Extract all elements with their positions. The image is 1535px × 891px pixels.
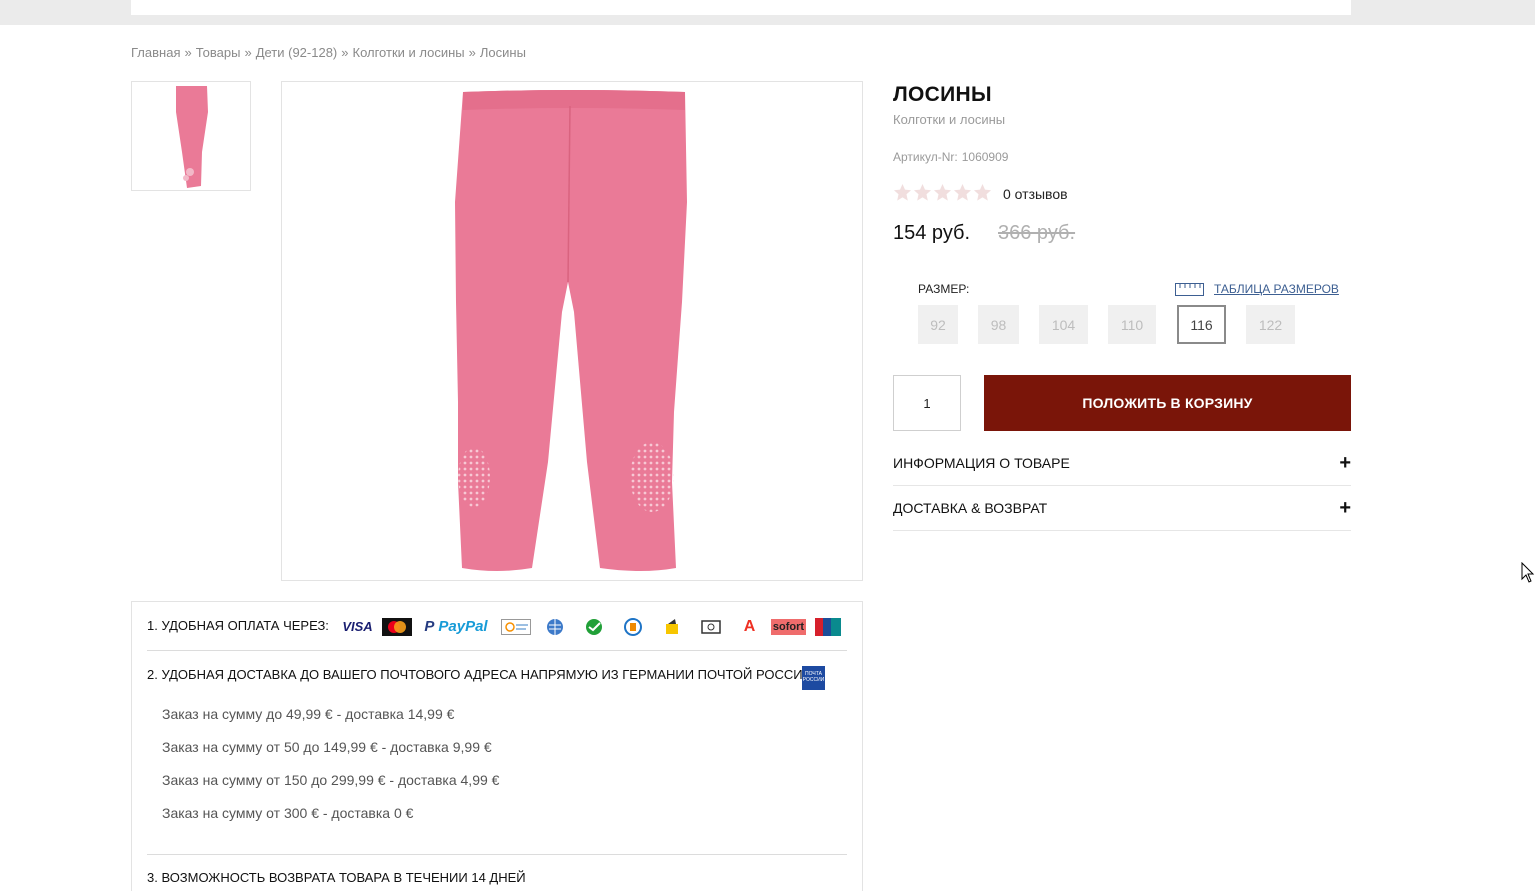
product-category: Колготки и лосины [893, 112, 1006, 127]
unionpay-icon [808, 614, 847, 639]
shipping-rate: Заказ на сумму от 150 до 299,99 € - дост… [162, 772, 500, 788]
paykeeper-icon [613, 614, 652, 639]
alfa-bank-icon: A [743, 617, 756, 635]
breadcrumb-kids[interactable]: Дети (92-128) [256, 45, 338, 60]
star-icon[interactable] [953, 183, 972, 202]
product-thumbnail[interactable] [131, 81, 251, 191]
sku-value: 1060909 [961, 150, 1009, 164]
russian-post-logo: ПОЧТА РОССИИ [802, 666, 825, 690]
leggings-thumbnail-image [176, 86, 208, 188]
star-icon[interactable] [973, 183, 992, 202]
breadcrumb-separator: » [184, 45, 192, 60]
breadcrumb-leggings[interactable]: Лосины [480, 45, 526, 60]
size-option-92[interactable]: 92 [918, 305, 958, 344]
rating-stars[interactable] [893, 183, 992, 202]
breadcrumb-tights[interactable]: Колготки и лосины [353, 45, 465, 60]
plus-icon[interactable]: + [1339, 497, 1351, 520]
breadcrumb-products[interactable]: Товары [196, 45, 241, 60]
divider [147, 650, 847, 651]
breadcrumb-separator: » [468, 45, 476, 60]
add-to-cart-button[interactable]: ПОЛОЖИТЬ В КОРЗИНУ [984, 375, 1351, 431]
top-bar [0, 0, 1535, 25]
delivery-heading: 2. УДОБНАЯ ДОСТАВКА ДО ВАШЕГО ПОЧТОВОГО … [147, 667, 816, 682]
breadcrumb-home[interactable]: Главная [131, 45, 180, 60]
size-option-116[interactable]: 116 [1177, 305, 1226, 344]
size-table-label[interactable]: ТАБЛИЦА РАЗМЕРОВ [1214, 282, 1339, 296]
qiwi-icon [496, 614, 535, 639]
accordion-label: ИНФОРМАЦИЯ О ТОВАРЕ [893, 455, 1070, 471]
yandex-money-icon [652, 614, 691, 639]
accordion-label: ДОСТАВКА & ВОЗВРАТ [893, 500, 1048, 516]
product-sku: Артикул-Nr: 1060909 [893, 150, 1008, 164]
mastercard-icon [377, 614, 416, 639]
cash-icon [691, 614, 730, 639]
product-title: ЛОСИНЫ [893, 83, 992, 106]
ruler-icon [1175, 282, 1204, 296]
returns-heading: 3. ВОЗМОЖНОСТЬ ВОЗВРАТА ТОВАРА В ТЕЧЕНИИ… [147, 870, 526, 885]
mouse-cursor-icon [1521, 562, 1535, 583]
shipping-rate: Заказ на сумму от 300 € - доставка 0 € [162, 805, 414, 821]
paypal-icon: P PayPal [424, 618, 488, 635]
size-table-link[interactable]: ТАБЛИЦА РАЗМЕРОВ [1175, 282, 1339, 296]
star-icon[interactable] [913, 183, 932, 202]
product-main-image[interactable] [281, 81, 863, 581]
size-option-110[interactable]: 110 [1108, 305, 1156, 344]
breadcrumb-separator: » [341, 45, 349, 60]
star-icon[interactable] [933, 183, 952, 202]
star-icon[interactable] [893, 183, 912, 202]
size-label: РАЗМЕР: [918, 282, 970, 296]
reviews-count[interactable]: 0 отзывов [1003, 186, 1068, 202]
payment-heading: 1. УДОБНАЯ ОПЛАТА ЧЕРЕЗ: [147, 618, 329, 633]
header-strip [131, 0, 1351, 15]
size-option-104[interactable]: 104 [1039, 305, 1088, 344]
sku-label: Артикул-Nr: [893, 150, 958, 164]
webmoney-icon [535, 614, 574, 639]
size-option-98[interactable]: 98 [978, 305, 1019, 344]
shipping-rate: Заказ на сумму от 50 до 149,99 € - доста… [162, 739, 492, 755]
visa-icon: VISA [342, 619, 373, 634]
sberbank-icon [574, 614, 613, 639]
payment-icons: VISA P PayPal A sofort [338, 614, 847, 639]
leggings-image [455, 90, 687, 571]
plus-icon[interactable]: + [1339, 452, 1351, 475]
breadcrumb-separator: » [244, 45, 252, 60]
size-option-122[interactable]: 122 [1246, 305, 1295, 344]
old-price: 366 руб. [998, 222, 1076, 244]
current-price: 154 руб. [893, 222, 971, 244]
quantity-input[interactable]: 1 [893, 375, 961, 431]
accordion-product-info[interactable]: ИНФОРМАЦИЯ О ТОВАРЕ + [893, 441, 1351, 486]
shipping-rate: Заказ на сумму до 49,99 € - доставка 14,… [162, 706, 455, 722]
accordion-delivery-return[interactable]: ДОСТАВКА & ВОЗВРАТ + [893, 486, 1351, 531]
divider [147, 854, 847, 855]
sofort-icon: sofort [770, 618, 807, 635]
breadcrumb: Главная» Товары» Дети (92-128)» Колготки и … [131, 45, 526, 60]
